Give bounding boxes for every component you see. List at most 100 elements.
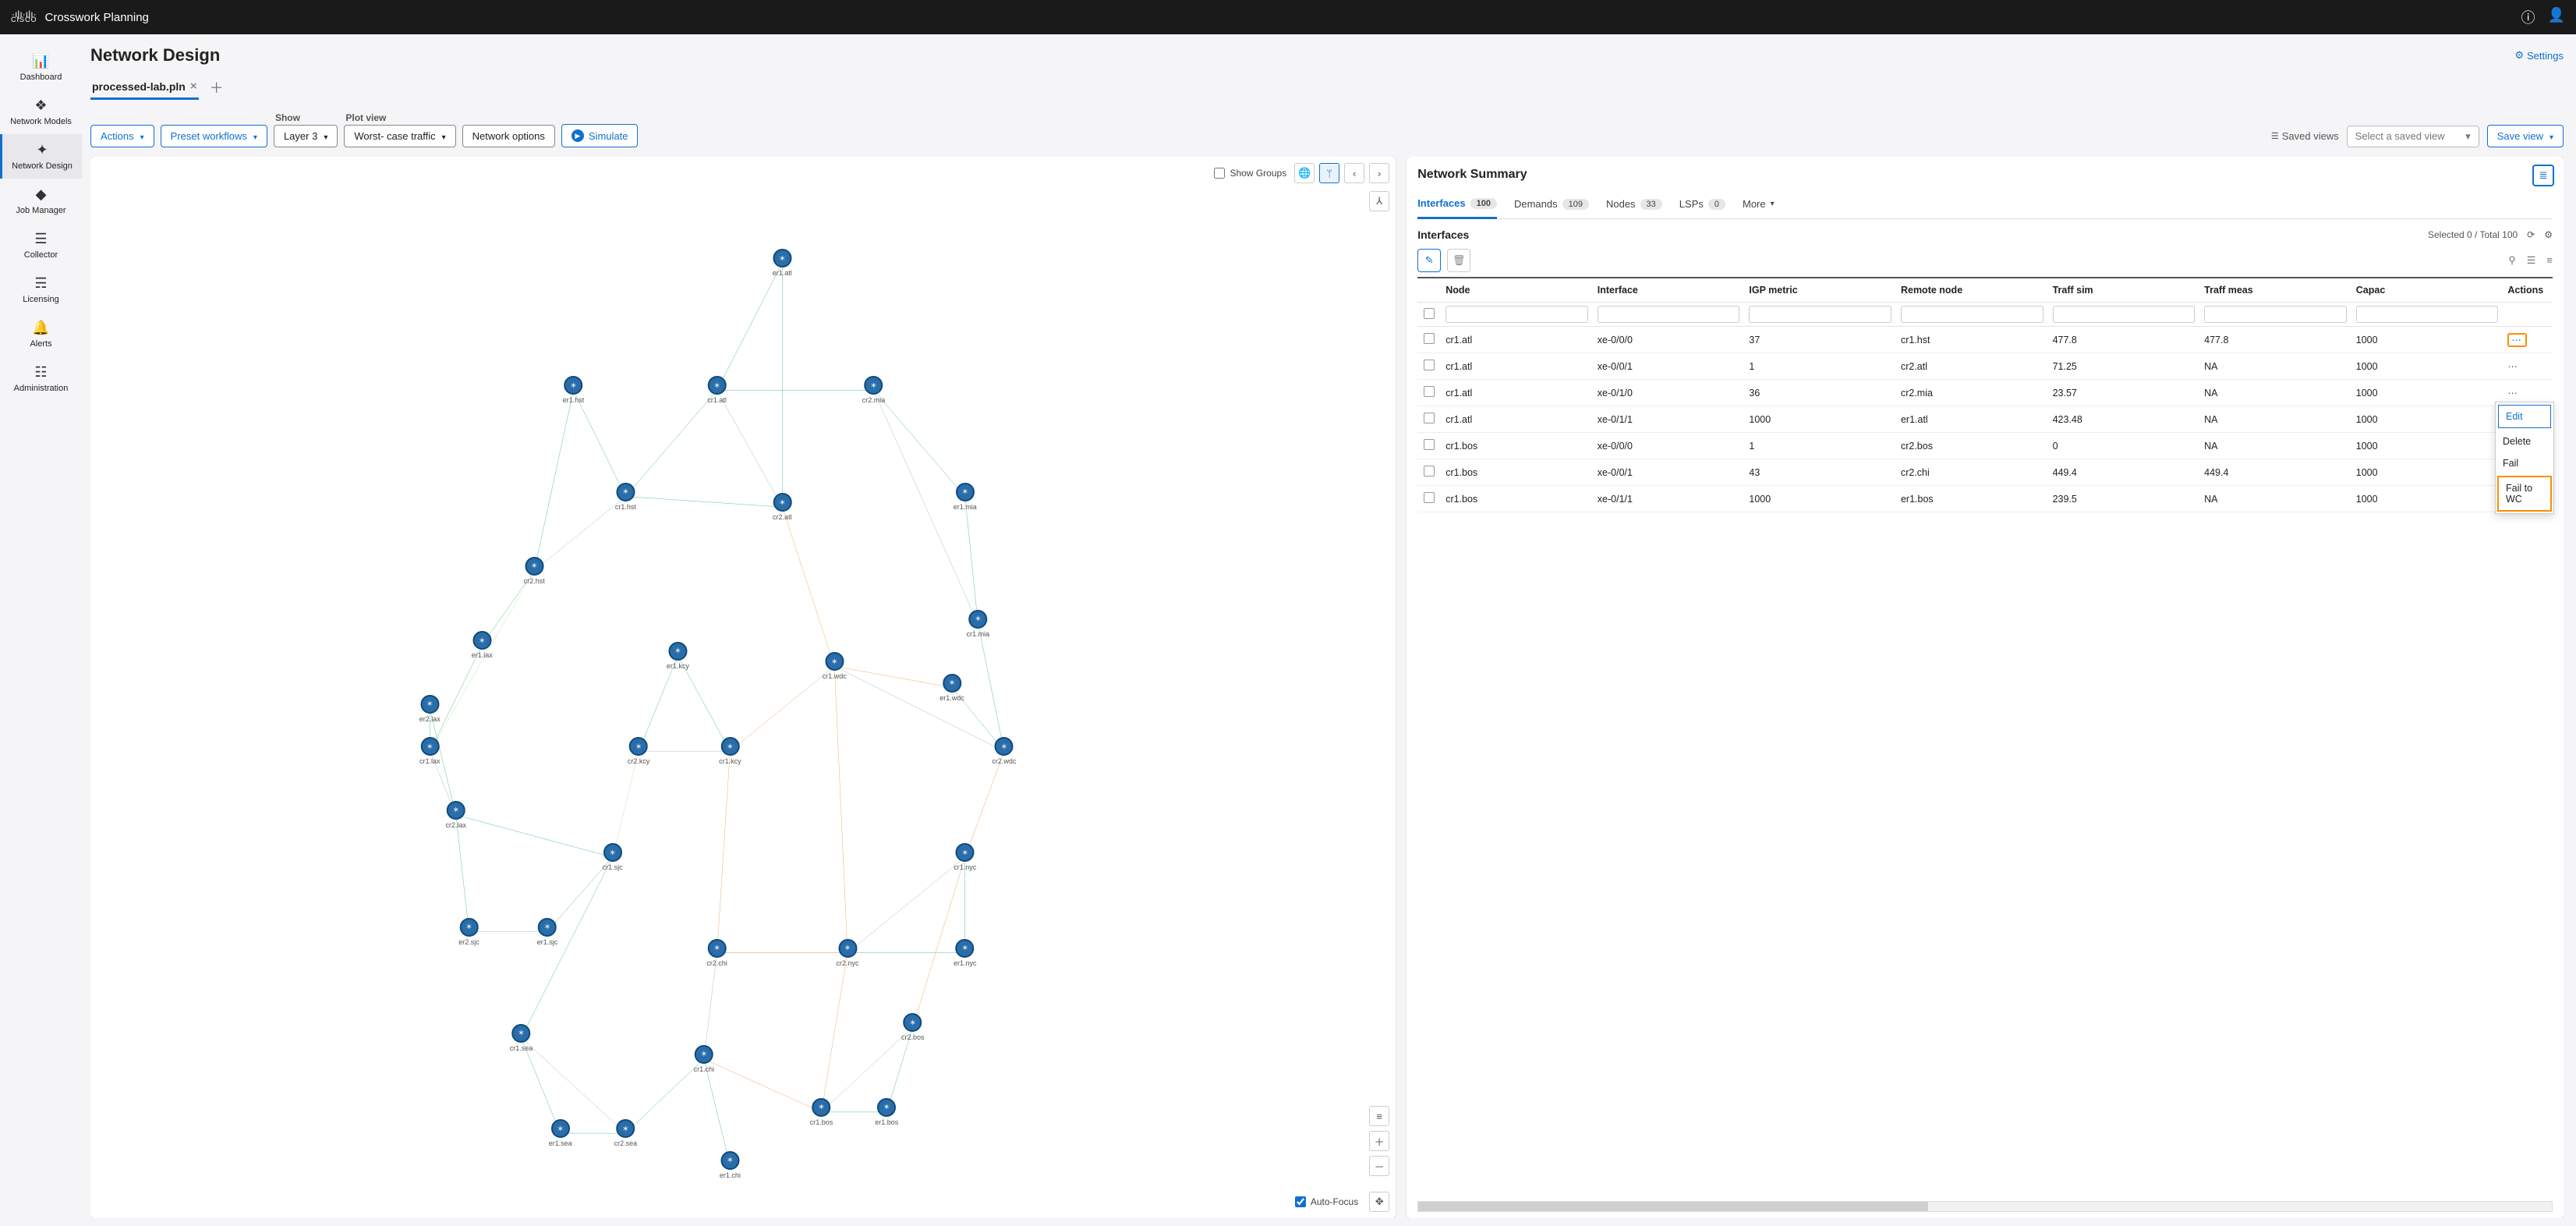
node-cr2.lax[interactable]: cr2.lax [446, 801, 467, 829]
refresh-icon[interactable]: ⟳ [2527, 229, 2535, 240]
horizontal-scrollbar[interactable] [1417, 1201, 2553, 1212]
save-view-button[interactable]: Save view [2487, 125, 2564, 147]
filter-capac[interactable] [2356, 306, 2499, 323]
node-er1.wdc[interactable]: er1.wdc [939, 674, 964, 702]
zoom-in-icon[interactable]: ＋ [1369, 1131, 1389, 1151]
col-actions[interactable]: Actions [2503, 278, 2553, 303]
node-cr1.mia[interactable]: cr1.mia [967, 610, 990, 638]
node-er1.nyc[interactable]: er1.nyc [954, 939, 977, 967]
plot-view-select[interactable]: Worst- case traffic [344, 125, 455, 147]
filter-remote-node[interactable] [1901, 306, 2043, 323]
delete-icon[interactable]: 🗑 [1447, 249, 1470, 272]
node-cr2.chi[interactable]: cr2.chi [706, 939, 727, 967]
col-interface[interactable]: Interface [1593, 278, 1745, 303]
table-row[interactable]: cr1.bosxe-0/0/143cr2.chi449.4449.41000⋯ [1417, 459, 2553, 486]
node-er1.kcy[interactable]: er1.kcy [667, 642, 689, 670]
node-er1.lax[interactable]: er1.lax [472, 631, 493, 659]
filter-node[interactable] [1445, 306, 1588, 323]
recenter-icon[interactable]: ✥ [1369, 1192, 1389, 1212]
node-cr2.sea[interactable]: cr2.sea [614, 1119, 638, 1147]
node-er1.hst[interactable]: er1.hst [563, 376, 585, 404]
row-checkbox[interactable] [1424, 466, 1435, 477]
menu-edit[interactable]: Edit [2498, 405, 2551, 428]
node-cr2.bos[interactable]: cr2.bos [901, 1013, 925, 1041]
col-igp-metric[interactable]: IGP metric [1744, 278, 1896, 303]
node-cr1.wdc[interactable]: cr1.wdc [823, 652, 847, 680]
nav-dashboard[interactable]: 📊Dashboard [0, 45, 82, 90]
legend-icon[interactable]: ≡ [1369, 1106, 1389, 1126]
table-row[interactable]: cr1.atlxe-0/1/11000er1.atl423.48NA1000⋯ [1417, 406, 2553, 433]
node-er1.mia[interactable]: er1.mia [954, 483, 977, 511]
help-icon[interactable]: ⓘ [2521, 7, 2535, 27]
row-checkbox[interactable] [1424, 413, 1435, 423]
node-cr1.kcy[interactable]: cr1.kcy [719, 737, 741, 765]
node-er1.sea[interactable]: er1.sea [549, 1119, 572, 1147]
file-tab[interactable]: processed-lab.pln × [90, 75, 199, 100]
node-cr2.wdc[interactable]: cr2.wdc [992, 737, 1016, 765]
filter-interface[interactable] [1598, 306, 1740, 323]
menu-fail[interactable]: Fail [2496, 452, 2553, 474]
settings-link[interactable]: ⚙Settings [2514, 49, 2564, 62]
user-icon[interactable]: 👤 [2548, 7, 2565, 27]
filter-icon[interactable]: ⚲ [2508, 254, 2516, 267]
network-options-button[interactable]: Network options [462, 125, 555, 147]
close-tab-icon[interactable]: × [190, 80, 197, 93]
topology-view-icon[interactable]: ᛘ [1319, 163, 1339, 183]
table-settings-icon[interactable]: ⚙ [2544, 229, 2553, 240]
row-checkbox[interactable] [1424, 439, 1435, 450]
table-row[interactable]: cr1.atlxe-0/1/036cr2.mia23.57NA1000⋯ [1417, 380, 2553, 406]
nav-network-design[interactable]: ✦Network Design [0, 134, 82, 179]
filter-traff-meas[interactable] [2204, 306, 2347, 323]
tab-nodes[interactable]: Nodes33 [1606, 193, 1662, 218]
tab-lsps[interactable]: LSPs0 [1679, 193, 1725, 218]
menu-fail-to-wc[interactable]: Fail to WC [2497, 476, 2552, 512]
simulate-button[interactable]: ▶Simulate [561, 124, 639, 147]
globe-view-icon[interactable]: 🌐 [1294, 163, 1315, 183]
saved-view-select[interactable]: Select a saved view▾ [2347, 126, 2479, 147]
edit-icon[interactable]: ✎ [1417, 249, 1441, 272]
nav-alerts[interactable]: 🔔Alerts [0, 312, 82, 356]
node-cr2.mia[interactable]: cr2.mia [862, 376, 886, 404]
show-groups-toggle[interactable]: Show Groups [1211, 165, 1290, 181]
node-cr2.nyc[interactable]: cr2.nyc [837, 939, 859, 967]
node-cr2.kcy[interactable]: cr2.kcy [628, 737, 650, 765]
node-cr1.sea[interactable]: cr1.sea [510, 1024, 533, 1052]
row-checkbox[interactable] [1424, 492, 1435, 503]
nav-collector[interactable]: ☰Collector [0, 223, 82, 268]
node-cr1.hst[interactable]: cr1.hst [615, 483, 636, 511]
col-traff-sim[interactable]: Traff sim [2048, 278, 2200, 303]
nav-licensing[interactable]: ☴Licensing [0, 268, 82, 312]
nav-administration[interactable]: ☷Administration [0, 356, 82, 401]
show-select[interactable]: Layer 3 [274, 125, 338, 147]
tab-interfaces[interactable]: Interfaces100 [1417, 193, 1497, 219]
table-row[interactable]: cr1.atlxe-0/0/11cr2.atl71.25NA1000⋯ [1417, 353, 2553, 380]
tab-more[interactable]: More ▾ [1743, 193, 1775, 218]
nav-network-models[interactable]: ❖Network Models [0, 90, 82, 134]
table-row[interactable]: cr1.atlxe-0/0/037cr1.hst477.8477.81000⋯ [1417, 327, 2553, 353]
node-er1.chi[interactable]: er1.chi [720, 1151, 741, 1179]
node-er1.sjc[interactable]: er1.sjc [537, 918, 558, 946]
table-row[interactable]: cr1.bosxe-0/1/11000er1.bos239.5NA1000⋯ [1417, 486, 2553, 512]
next-icon[interactable]: › [1369, 163, 1389, 183]
col-capac[interactable]: Capac [2351, 278, 2503, 303]
row-actions-icon[interactable]: ⋯ [2507, 388, 2519, 399]
node-er2.sjc[interactable]: er2.sjc [458, 918, 479, 946]
node-cr1.bos[interactable]: cr1.bos [810, 1098, 833, 1126]
row-checkbox[interactable] [1424, 360, 1435, 370]
col-traff-meas[interactable]: Traff meas [2199, 278, 2351, 303]
row-actions-icon[interactable]: ⋯ [2507, 361, 2519, 372]
columns-icon[interactable]: ≡ [2546, 254, 2553, 267]
list-toggle-icon[interactable]: ≣ [2532, 165, 2554, 186]
list-view-icon[interactable]: ☰ [2527, 254, 2536, 267]
node-cr1.chi[interactable]: cr1.chi [694, 1045, 715, 1073]
row-checkbox[interactable] [1424, 333, 1435, 344]
select-all-checkbox[interactable] [1424, 308, 1435, 319]
menu-delete[interactable]: Delete [2496, 431, 2553, 452]
filter-igp-metric[interactable] [1749, 306, 1891, 323]
node-cr2.atl[interactable]: cr2.atl [773, 493, 792, 521]
actions-button[interactable]: Actions [90, 125, 154, 147]
node-cr1.atl[interactable]: cr1.atl [707, 376, 727, 404]
auto-focus-toggle[interactable]: Auto-Focus [1292, 1194, 1361, 1210]
add-tab-button[interactable]: ＋ [210, 77, 224, 97]
col-node[interactable]: Node [1441, 278, 1593, 303]
